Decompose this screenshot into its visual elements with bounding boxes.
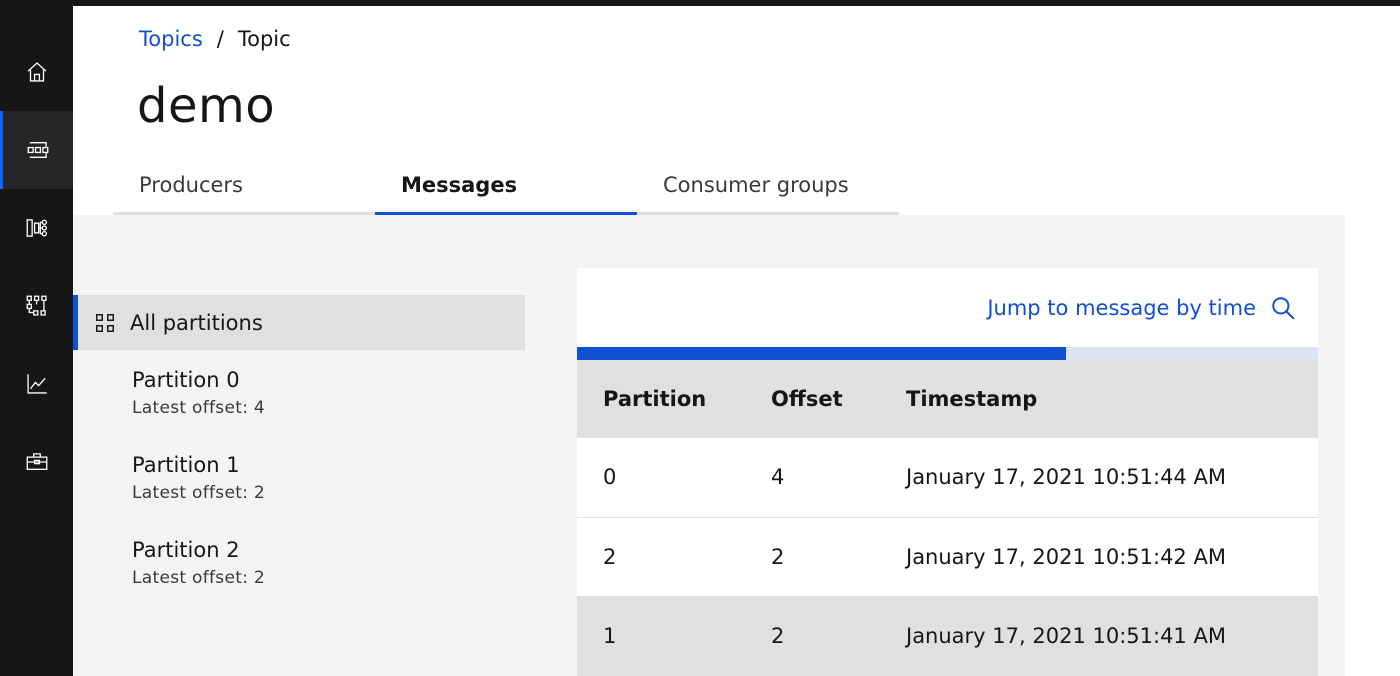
jump-to-time-label: Jump to message by time [987,295,1256,320]
tab-producers[interactable]: Producers [113,161,375,215]
cell-offset: 4 [745,438,880,518]
messages-panel: Jump to message by time Partition Offset… [577,268,1318,676]
partition-offset: Latest offset: 2 [132,568,266,588]
column-header-partition: Partition [577,360,745,438]
table-row[interactable]: 2 2 January 17, 2021 10:51:42 AM [577,517,1318,597]
nav-topics[interactable] [0,111,73,189]
all-partitions-item[interactable]: All partitions [73,295,525,350]
tab-messages[interactable]: Messages [375,161,637,215]
right-margin [1345,215,1400,676]
nav-schema[interactable] [0,267,73,345]
home-icon [27,62,46,82]
nav-consumer-groups[interactable] [0,189,73,267]
partition-offset: Latest offset: 2 [132,483,266,503]
message-progress-bar [577,347,1318,360]
cell-offset: 2 [745,517,880,597]
cell-timestamp: January 17, 2021 10:51:41 AM [880,596,1318,676]
chart-line-icon [26,374,47,394]
all-partitions-label: All partitions [130,310,263,335]
partition-name: Partition 1 [132,453,240,477]
column-header-offset: Offset [745,360,880,438]
cell-partition: 0 [577,438,745,518]
partition-item[interactable]: Partition 2 Latest offset: 2 [73,520,525,605]
breadcrumb-current: Topic [237,27,291,51]
column-header-timestamp: Timestamp [880,360,1318,438]
flow-icon [26,295,47,316]
breadcrumb-topics-link[interactable]: Topics [139,27,203,51]
side-nav [0,0,73,676]
cell-timestamp: January 17, 2021 10:51:42 AM [880,517,1318,597]
breadcrumb: Topics / Topic [139,27,291,51]
table-header-row: Partition Offset Timestamp [577,360,1318,438]
page-title: demo [137,78,276,134]
tab-list: Producers Messages Consumer groups [113,161,899,215]
nav-monitoring[interactable] [0,345,73,423]
partition-list: All partitions Partition 0 Latest offset… [73,295,525,605]
partition-offset: Latest offset: 4 [132,398,266,418]
cell-partition: 1 [577,596,745,676]
table-row[interactable]: 1 2 January 17, 2021 10:51:41 AM [577,596,1318,676]
cell-timestamp: January 17, 2021 10:51:44 AM [880,438,1318,518]
partition-name: Partition 0 [132,368,240,392]
tab-consumer-groups[interactable]: Consumer groups [637,161,899,215]
messages-table: Partition Offset Timestamp 0 4 January 1… [577,360,1318,676]
partition-item[interactable]: Partition 0 Latest offset: 4 [73,350,525,435]
search-icon [1272,296,1295,320]
nav-toolkit[interactable] [0,423,73,501]
jump-to-time-button[interactable]: Jump to message by time [577,268,1318,347]
breadcrumb-separator: / [216,27,224,51]
partition-name: Partition 2 [132,538,240,562]
cell-partition: 2 [577,517,745,597]
table-row[interactable]: 0 4 January 17, 2021 10:51:44 AM [577,438,1318,518]
grid-icon [96,313,114,332]
nav-home[interactable] [0,33,73,111]
partition-item[interactable]: Partition 1 Latest offset: 2 [73,435,525,520]
progress-fill [577,347,1067,360]
toolbox-icon [26,453,47,470]
cell-offset: 2 [745,596,880,676]
hierarchy-icon [26,219,47,237]
topics-icon [27,142,49,158]
page-header: Topics / Topic demo Producers Messages C… [73,6,1400,215]
